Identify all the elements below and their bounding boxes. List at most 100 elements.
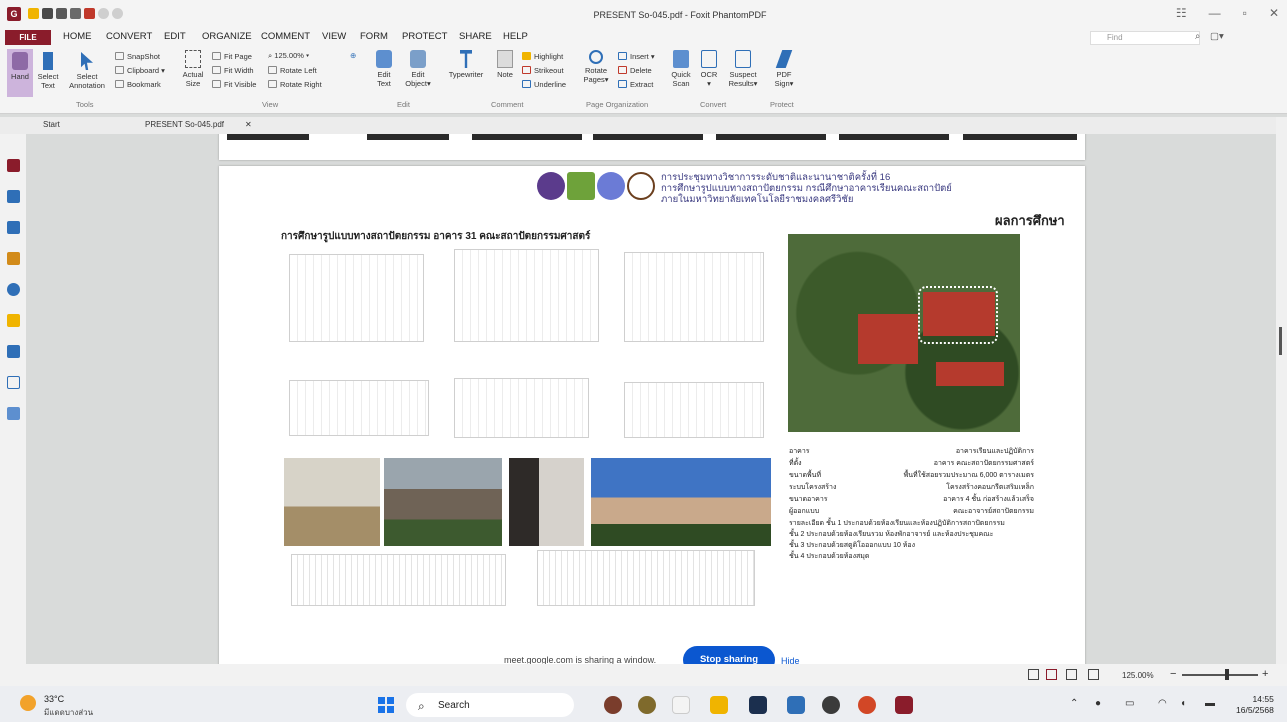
suspect-results-button[interactable]: Suspect Results▾	[724, 50, 762, 88]
comments-icon[interactable]	[7, 252, 20, 265]
single-page-icon[interactable]	[1028, 669, 1039, 680]
highlight-icon	[522, 52, 531, 60]
layers-icon[interactable]	[7, 190, 20, 203]
signatures-icon[interactable]	[7, 345, 20, 358]
tab-edit[interactable]: EDIT	[164, 31, 186, 42]
app-icon[interactable]	[604, 696, 622, 714]
battery-icon[interactable]: ▬	[1205, 698, 1215, 709]
continuous-facing-icon[interactable]	[1088, 669, 1099, 680]
document-view[interactable]: การประชุมทางวิชาการระดับชาติและนานาชาติค…	[26, 134, 1276, 664]
highlight-button[interactable]: Highlight	[522, 52, 563, 61]
attachments-icon[interactable]	[7, 283, 20, 296]
pdf-icon[interactable]	[84, 8, 95, 19]
tab-protect[interactable]: PROTECT	[402, 31, 447, 42]
edit-text-button[interactable]: Edit Text	[370, 50, 398, 88]
find-input[interactable]: Find	[1090, 31, 1200, 45]
weather-description[interactable]: มีแดดบางส่วน	[44, 706, 93, 719]
ocr-button[interactable]: OCR ▾	[698, 50, 720, 88]
zoom-slider[interactable]	[1182, 674, 1258, 676]
tab-file[interactable]: FILE	[5, 30, 51, 45]
scan-icon[interactable]	[70, 8, 81, 19]
content-icon[interactable]	[7, 376, 20, 389]
security-lock-icon[interactable]	[7, 314, 20, 327]
rotate-left-button[interactable]: Rotate Left	[268, 66, 317, 75]
powerpoint-icon[interactable]	[858, 696, 876, 714]
rotate-pages-button[interactable]: Rotate Pages▾	[580, 50, 612, 84]
tab-organize[interactable]: ORGANIZE	[202, 31, 252, 42]
select-text-button[interactable]: Select Text	[36, 52, 60, 90]
note-button[interactable]: Note	[492, 50, 518, 79]
clipboard-button[interactable]: Clipboard ▾	[115, 66, 165, 75]
app-icon[interactable]	[672, 696, 690, 714]
snapshot-button[interactable]: SnapShot	[115, 52, 160, 61]
clock[interactable]: 14:55 16/5/2568	[1236, 694, 1274, 716]
extract-button[interactable]: Extract	[618, 80, 653, 89]
bookmarks-icon[interactable]	[7, 221, 20, 234]
tab-form[interactable]: FORM	[360, 31, 388, 42]
options-icon[interactable]: ▢▾	[1210, 31, 1224, 42]
foxit-icon[interactable]	[895, 696, 913, 714]
pdf-sign-button[interactable]: PDF Sign▾	[770, 50, 798, 88]
tab-share[interactable]: SHARE	[459, 31, 492, 42]
delete-button[interactable]: Delete	[618, 66, 652, 75]
edit-object-button[interactable]: Edit Object▾	[402, 50, 434, 88]
hand-button[interactable]: Hand	[8, 52, 32, 81]
app-icon[interactable]	[787, 696, 805, 714]
chevron-up-icon[interactable]: ⌃	[1070, 698, 1078, 709]
rotate-right-button[interactable]: Rotate Right	[268, 80, 322, 89]
layout-icon[interactable]: ☷	[1176, 6, 1187, 20]
tab-start[interactable]: Start	[43, 120, 60, 129]
zoom-dropdown[interactable]: ⌕ 125.00% ▾	[268, 51, 309, 61]
zoom-level[interactable]: 125.00%	[1122, 671, 1154, 680]
weather-temperature[interactable]: 33°C	[44, 694, 64, 704]
zoom-slider-handle[interactable]	[1225, 669, 1229, 680]
zoom-in-button[interactable]: +	[1262, 668, 1268, 680]
continuous-page-icon[interactable]	[1046, 669, 1057, 680]
wifi-icon[interactable]: ◠	[1158, 698, 1167, 709]
app-icon[interactable]	[638, 696, 656, 714]
save-icon[interactable]	[42, 8, 53, 19]
file-explorer-icon[interactable]	[710, 696, 728, 714]
fit-page-button[interactable]: Fit Page	[212, 52, 252, 61]
app-icon[interactable]	[822, 696, 840, 714]
fit-width-button[interactable]: Fit Width	[212, 66, 254, 75]
fit-visible-button[interactable]: Fit Visible	[212, 80, 256, 89]
vertical-scrollbar[interactable]	[1276, 117, 1287, 664]
volume-icon[interactable]: ◖	[1180, 698, 1186, 709]
keyboard-icon[interactable]: ▭	[1125, 698, 1134, 709]
scrollbar-thumb[interactable]	[1279, 327, 1282, 355]
print-icon[interactable]	[56, 8, 67, 19]
photoshop-icon[interactable]	[749, 696, 767, 714]
typewriter-button[interactable]: Typewriter	[444, 50, 488, 79]
edit-tools-icon[interactable]	[7, 407, 20, 420]
close-button[interactable]: ✕	[1269, 6, 1279, 20]
quick-scan-button[interactable]: Quick Scan	[668, 50, 694, 88]
select-annotation-button[interactable]: Select Annotation	[64, 52, 110, 90]
microphone-icon[interactable]: ●	[1095, 698, 1101, 709]
pages-icon[interactable]	[7, 159, 20, 172]
windows-start-icon[interactable]	[378, 697, 394, 713]
strikeout-button[interactable]: Strikeout	[522, 66, 564, 75]
actual-size-button[interactable]: Actual Size	[180, 50, 206, 88]
weather-sun-icon[interactable]	[20, 695, 36, 711]
redo-icon[interactable]	[112, 8, 123, 19]
zoom-in-icon[interactable]: ⊕	[350, 51, 356, 60]
open-icon[interactable]	[28, 8, 39, 19]
tab-help[interactable]: HELP	[503, 31, 528, 42]
tab-convert[interactable]: CONVERT	[106, 31, 152, 42]
tab-home[interactable]: HOME	[63, 31, 92, 42]
tab-comment[interactable]: COMMENT	[261, 31, 310, 42]
minimize-button[interactable]: —	[1209, 6, 1221, 20]
search-icon[interactable]: ⌕	[1195, 31, 1200, 42]
taskbar-search[interactable]: ⌕ Search	[406, 693, 574, 717]
maximize-button[interactable]: ▫	[1243, 6, 1247, 20]
bookmark-button[interactable]: Bookmark	[115, 80, 161, 89]
tab-view[interactable]: VIEW	[322, 31, 346, 42]
close-tab-icon[interactable]: ✕	[245, 120, 252, 129]
underline-button[interactable]: Underline	[522, 80, 566, 89]
facing-page-icon[interactable]	[1066, 669, 1077, 680]
insert-button[interactable]: Insert ▾	[618, 52, 655, 61]
tab-document[interactable]: PRESENT So-045.pdf	[145, 120, 224, 129]
zoom-out-button[interactable]: −	[1170, 668, 1176, 680]
undo-icon[interactable]	[98, 8, 109, 19]
